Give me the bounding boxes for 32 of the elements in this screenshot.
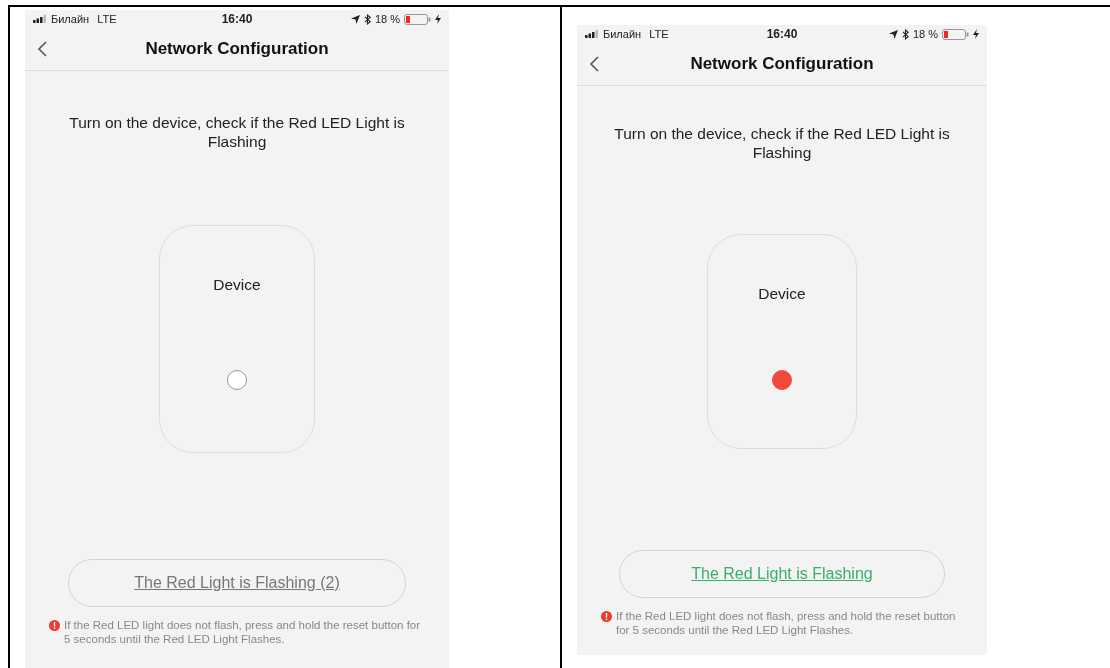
charging-bolt-icon	[973, 29, 979, 39]
network-type: LTE	[649, 28, 669, 40]
instruction-text: Turn on the device, check if the Red LED Light is Flashing	[613, 124, 951, 162]
device-label: Device	[213, 276, 261, 294]
battery-percent: 18 %	[374, 13, 400, 25]
screen-title: Network Configuration	[690, 54, 874, 74]
battery-icon	[404, 13, 431, 25]
signal-icon	[585, 30, 599, 38]
screen-title: Network Configuration	[145, 39, 329, 59]
signal-icon	[33, 15, 47, 23]
confirm-button[interactable]: The Red Light is Flashing	[619, 550, 945, 598]
bluetooth-icon	[901, 28, 909, 40]
confirm-button[interactable]: The Red Light is Flashing (2)	[68, 559, 406, 607]
hint-text: If the Red LED light does not flash, press and hold the reset button for 5 seconds until the Red LED Light Flashes.	[64, 619, 422, 646]
back-chevron-icon[interactable]	[589, 56, 599, 72]
location-arrow-icon	[350, 14, 360, 24]
hint-text: If the Red LED light does not flash, press and hold the reset button for 5 seconds until the Red LED Light Flashes.	[616, 610, 957, 637]
battery-icon	[942, 28, 969, 40]
carrier-name: Билайн	[603, 28, 642, 40]
device-label: Device	[758, 285, 806, 303]
clock: 16:40	[221, 12, 253, 26]
instruction-text: Turn on the device, check if the Red LED Light is Flashing	[68, 113, 406, 151]
warning-icon	[601, 611, 612, 622]
bluetooth-icon	[363, 13, 371, 25]
battery-percent: 18 %	[912, 28, 938, 40]
clock: 16:40	[766, 27, 798, 41]
carrier-name: Билайн	[51, 13, 90, 25]
location-arrow-icon	[888, 29, 898, 39]
back-chevron-icon[interactable]	[37, 41, 47, 57]
network-type: LTE	[97, 13, 117, 25]
warning-icon	[49, 620, 60, 631]
charging-bolt-icon	[435, 14, 441, 24]
